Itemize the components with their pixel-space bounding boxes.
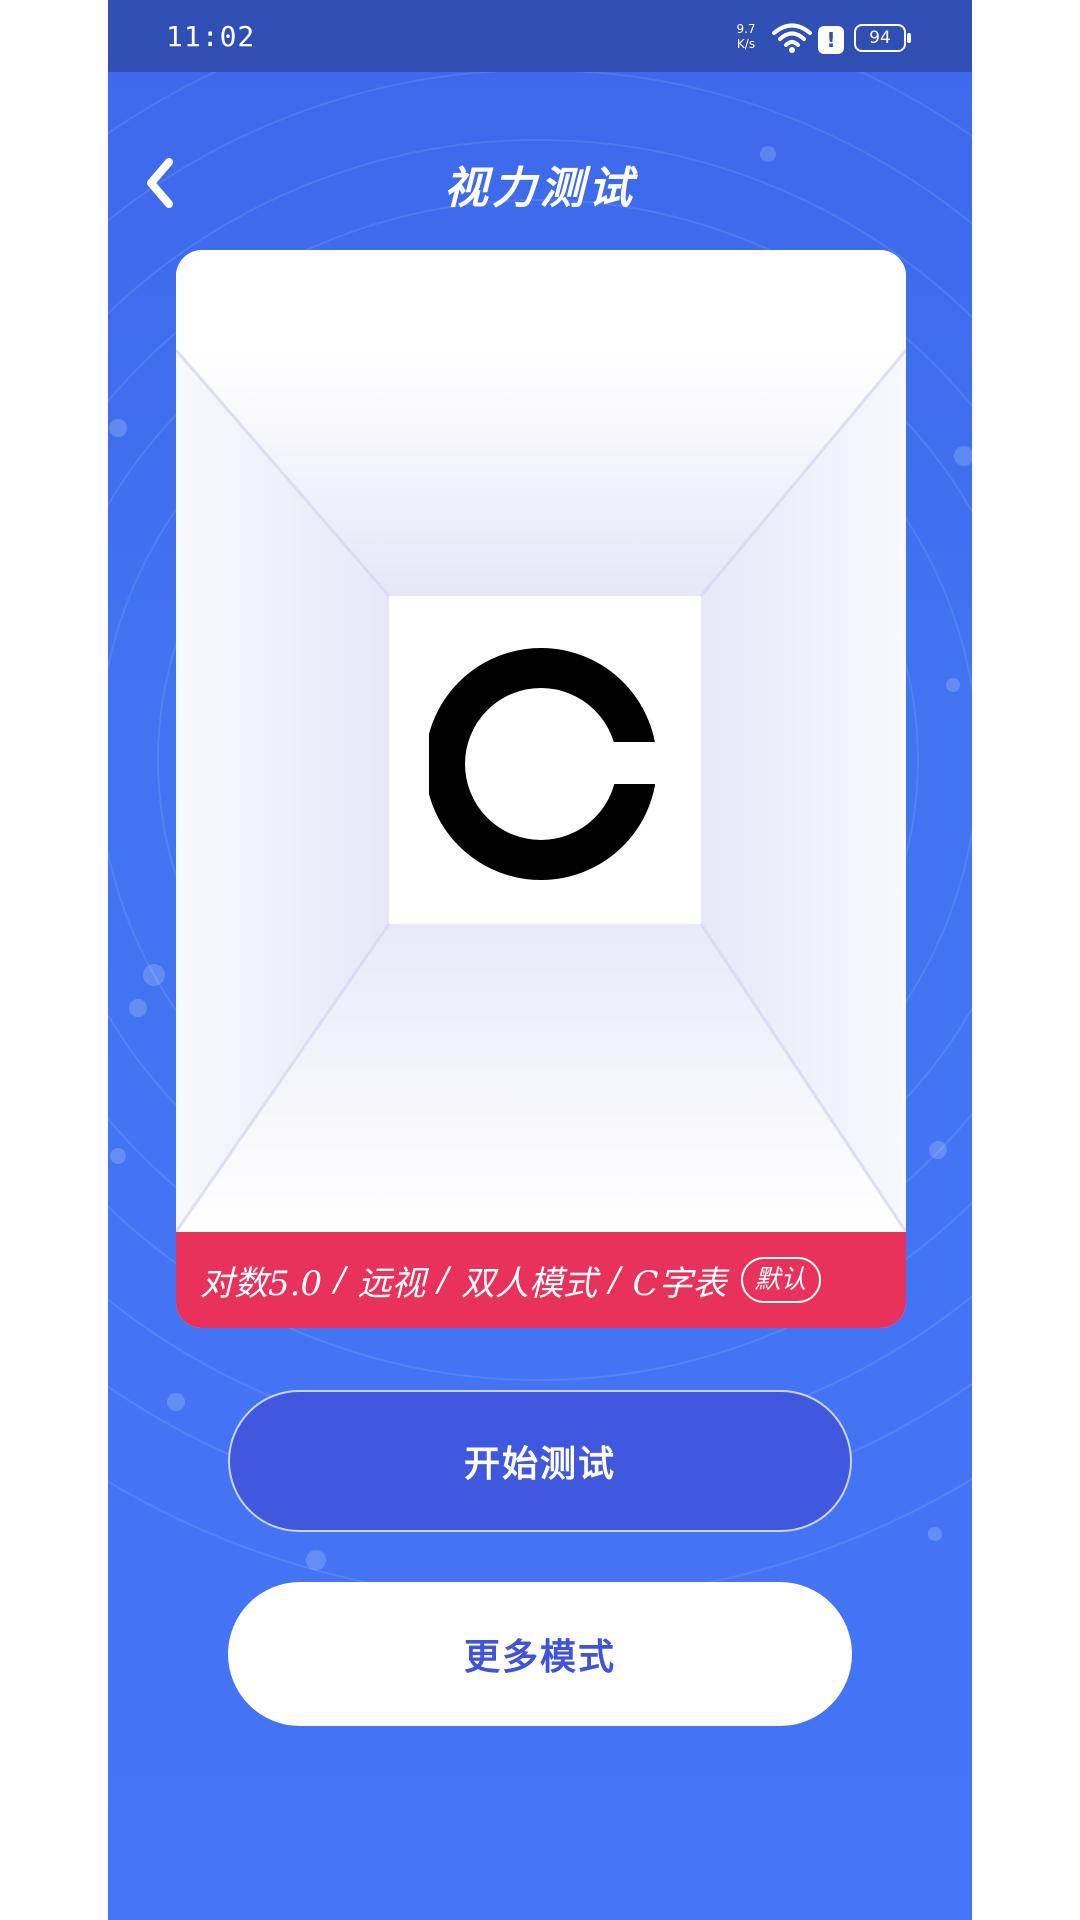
- setting-mode: 双人模式: [461, 1263, 598, 1304]
- network-speed: 9.7 K/s: [732, 22, 760, 52]
- optotype-panel: [389, 596, 701, 924]
- app-screen: 11:02 9.7 K/s ! 94 视力测试 对数5.0 / 远视 / 双人模…: [108, 0, 972, 1920]
- vision-test-card: 对数5.0 / 远视 / 双人模式 / C字表 默认: [176, 250, 906, 1328]
- start-test-button[interactable]: 开始测试: [228, 1390, 852, 1532]
- landolt-c-optotype: [429, 648, 655, 880]
- status-time: 11:02: [166, 20, 256, 53]
- wifi-icon: [772, 23, 812, 53]
- separator: /: [437, 1260, 450, 1300]
- test-settings-bar[interactable]: 对数5.0 / 远视 / 双人模式 / C字表 默认: [176, 1232, 906, 1328]
- status-bar: 11:02 9.7 K/s ! 94: [108, 0, 972, 72]
- setting-vision-type: 远视: [357, 1263, 426, 1304]
- setting-standard: 对数5.0: [200, 1263, 323, 1304]
- setting-chart: C字表: [632, 1263, 727, 1304]
- default-badge[interactable]: 默认: [740, 1257, 821, 1303]
- network-speed-unit: K/s: [736, 37, 756, 51]
- battery-level: 94: [869, 28, 891, 48]
- battery-icon: 94: [854, 24, 911, 52]
- alert-icon: !: [818, 26, 844, 54]
- network-speed-value: 9.7: [736, 22, 756, 36]
- more-modes-button[interactable]: 更多模式: [228, 1582, 852, 1726]
- page-title: 视力测试: [444, 163, 636, 214]
- separator: /: [334, 1260, 346, 1300]
- separator: /: [609, 1260, 621, 1300]
